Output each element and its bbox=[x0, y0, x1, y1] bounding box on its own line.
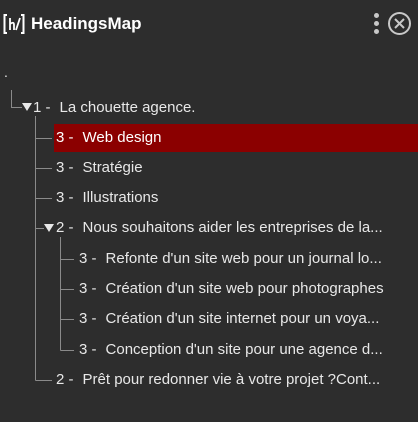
headingsmap-panel: HeadingsMap . 1 - La chouette agence. 3 … bbox=[0, 0, 418, 422]
panel-header: HeadingsMap bbox=[0, 0, 418, 50]
close-icon[interactable] bbox=[387, 11, 412, 36]
tree-item-h2[interactable]: 2 - Nous souhaitons aider les entreprises… bbox=[56, 214, 412, 242]
app-title: HeadingsMap bbox=[31, 14, 142, 33]
tree-item-h2[interactable]: 2 - Prêt pour redonner vie à votre projet… bbox=[56, 366, 412, 394]
collapse-toggle-icon[interactable] bbox=[44, 224, 54, 232]
tree-root: . bbox=[4, 64, 8, 80]
kebab-menu-icon[interactable] bbox=[369, 12, 383, 36]
tree-item-h1[interactable]: 1 - La chouette agence. bbox=[33, 94, 413, 122]
tree-item-h3[interactable]: 3 - Conception d'un site pour une agence … bbox=[79, 336, 412, 364]
headingsmap-logo-icon bbox=[3, 14, 25, 34]
tree-item-h3[interactable]: 3 - Création d'un site internet pour un v… bbox=[79, 305, 412, 333]
tree-item-h3[interactable]: 3 - Stratégie bbox=[56, 154, 412, 182]
tree-item-h3-selected[interactable]: 3 - Web design bbox=[54, 124, 418, 152]
collapse-toggle-icon[interactable] bbox=[22, 103, 32, 111]
tree-item-h3[interactable]: 3 - Création d'un site web pour photograp… bbox=[79, 275, 415, 303]
tree-item-h3[interactable]: 3 - Illustrations bbox=[56, 184, 412, 212]
tree-item-h3[interactable]: 3 - Refonte d'un site web pour un journal… bbox=[79, 245, 412, 273]
